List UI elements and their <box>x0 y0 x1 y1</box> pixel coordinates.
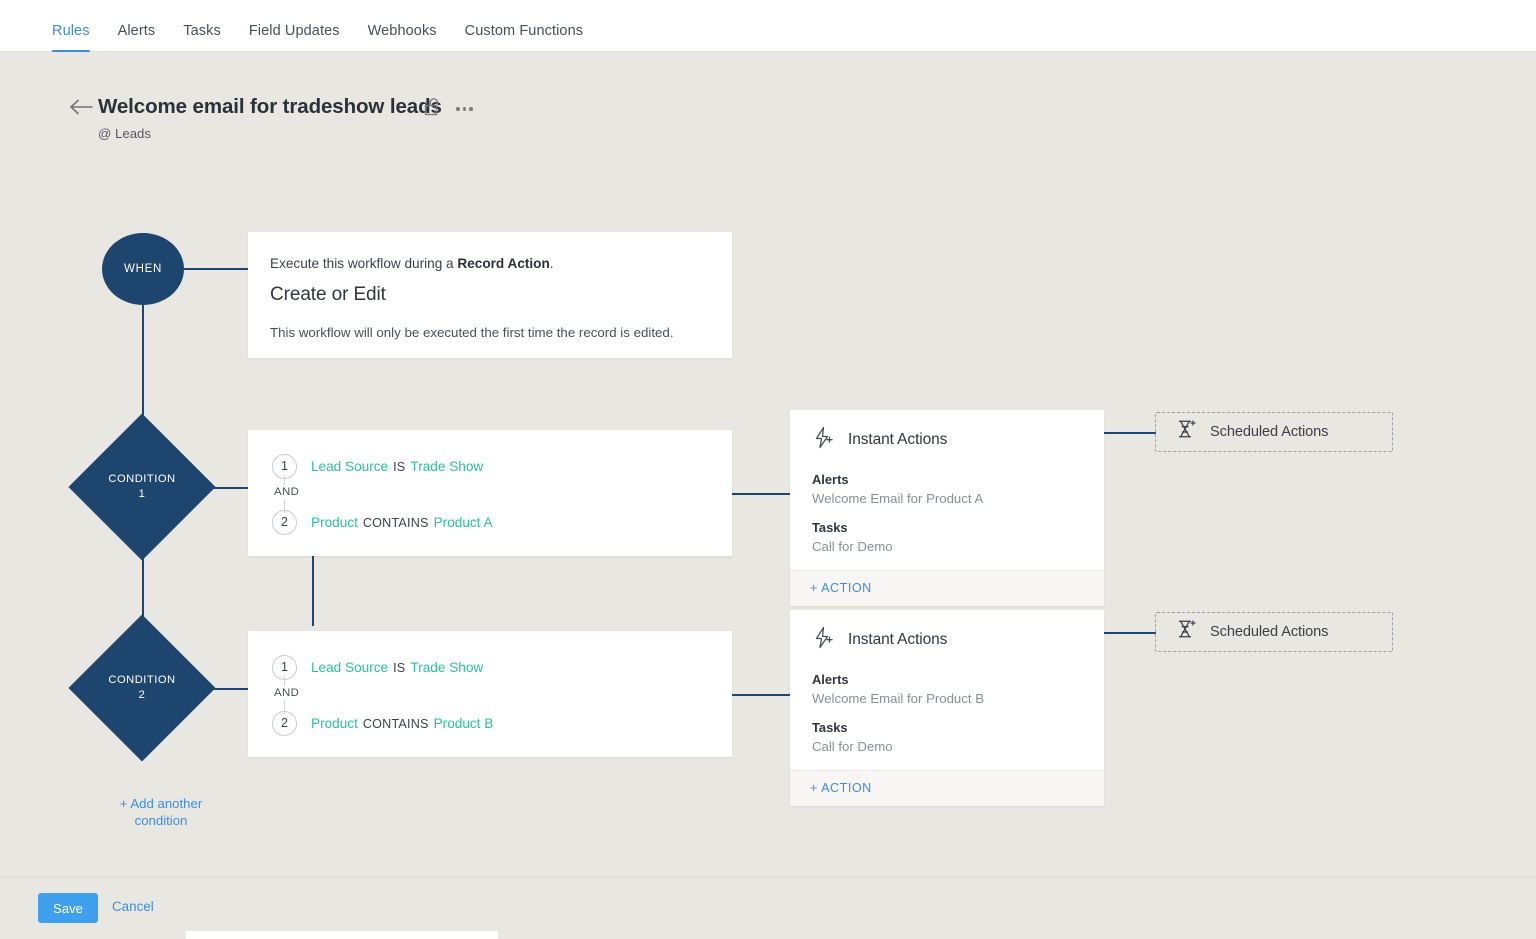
action-group-value[interactable]: Call for Demo <box>812 539 1082 554</box>
more-options-icon[interactable] <box>456 102 478 116</box>
tab-rules[interactable]: Rules <box>38 23 104 52</box>
instant-actions-title: Instant Actions <box>848 431 947 449</box>
instant-actions-card-2[interactable]: Instant Actions Alerts Welcome Email for… <box>790 610 1104 806</box>
action-group-label: Alerts <box>812 672 1082 687</box>
connector-cond2card-to-instant2 <box>732 694 790 696</box>
tab-tasks[interactable]: Tasks <box>169 23 235 52</box>
criterion-value[interactable]: Trade Show <box>410 660 483 675</box>
hourglass-plus-icon <box>1176 419 1197 445</box>
page-header: Welcome email for tradeshow leads @ Lead… <box>0 52 1536 162</box>
criterion-operator[interactable]: CONTAINS <box>358 516 434 530</box>
tab-custom-functions[interactable]: Custom Functions <box>451 23 597 52</box>
criteria-join-label[interactable]: AND <box>272 686 301 700</box>
add-condition-line2: condition <box>135 813 188 828</box>
criterion-number: 2 <box>272 711 297 736</box>
criterion-value[interactable]: Product A <box>434 515 493 530</box>
criterion-field[interactable]: Lead Source <box>311 459 388 474</box>
workflow-canvas: WHEN Execute this workflow during a Reco… <box>0 162 1536 877</box>
condition-2-card[interactable]: 1 Lead SourceISTrade Show AND 2 ProductC… <box>248 631 732 757</box>
instant-actions-card-1[interactable]: Instant Actions Alerts Welcome Email for… <box>790 410 1104 606</box>
connector-instant1-to-scheduled1 <box>1104 432 1156 434</box>
cancel-button[interactable]: Cancel <box>112 899 154 914</box>
when-intro-bold: Record Action <box>457 256 549 271</box>
save-button[interactable]: Save <box>38 893 98 923</box>
criterion-row: 2 ProductCONTAINSProduct B <box>272 711 732 735</box>
connector-cond1card-to-instant1 <box>732 493 790 495</box>
condition-1-card[interactable]: 1 Lead SourceISTrade Show AND 2 ProductC… <box>248 430 732 556</box>
connector-card1-to-card2 <box>312 556 314 626</box>
criteria-join: AND <box>272 478 732 510</box>
when-note: This workflow will only be executed the … <box>270 325 710 340</box>
scheduled-actions-title: Scheduled Actions <box>1210 424 1328 440</box>
scheduled-actions-box-2[interactable]: Scheduled Actions <box>1155 612 1393 652</box>
connector-when-to-card <box>184 268 248 270</box>
condition-1-node[interactable] <box>68 413 215 560</box>
when-node-label: WHEN <box>124 263 162 275</box>
action-group-label: Tasks <box>812 720 1082 735</box>
page-title: Welcome email for tradeshow leads <box>98 95 442 119</box>
when-intro: Execute this workflow during a Record Ac… <box>270 256 710 271</box>
action-group-label: Alerts <box>812 472 1082 487</box>
criterion-value[interactable]: Trade Show <box>410 459 483 474</box>
criterion-operator[interactable]: IS <box>388 661 410 675</box>
criterion-field[interactable]: Lead Source <box>311 660 388 675</box>
criterion-operator[interactable]: CONTAINS <box>358 717 434 731</box>
tab-list: Rules Alerts Tasks Field Updates Webhook… <box>0 0 1536 52</box>
add-condition-line1: + Add another <box>120 796 203 811</box>
tab-alerts[interactable]: Alerts <box>104 23 170 52</box>
condition-2-node[interactable] <box>68 614 215 761</box>
criterion-row: 2 ProductCONTAINSProduct A <box>272 510 732 534</box>
scheduled-actions-title: Scheduled Actions <box>1210 624 1328 640</box>
bottom-panel-edge <box>186 931 498 939</box>
back-arrow-icon[interactable] <box>70 98 94 116</box>
lightning-bolt-plus-icon <box>812 426 835 454</box>
criterion-value[interactable]: Product B <box>434 716 494 731</box>
action-group-value[interactable]: Call for Demo <box>812 739 1082 754</box>
when-action-title: Create or Edit <box>270 284 710 306</box>
lightning-bolt-plus-icon <box>812 626 835 654</box>
rule-module-label: @ Leads <box>98 126 151 141</box>
action-group-value[interactable]: Welcome Email for Product B <box>812 691 1082 706</box>
top-tab-bar: Rules Alerts Tasks Field Updates Webhook… <box>0 0 1536 52</box>
when-card[interactable]: Execute this workflow during a Record Ac… <box>248 232 732 358</box>
criteria-join-label[interactable]: AND <box>272 485 301 499</box>
when-intro-suffix: . <box>550 256 554 271</box>
criterion-field[interactable]: Product <box>311 716 358 731</box>
criterion-row: 1 Lead SourceISTrade Show <box>272 655 732 679</box>
add-another-condition-button[interactable]: + Add another condition <box>96 796 226 829</box>
hourglass-plus-icon <box>1176 619 1197 645</box>
when-node[interactable]: WHEN <box>102 233 184 305</box>
action-group-label: Tasks <box>812 520 1082 535</box>
criterion-number: 2 <box>272 510 297 535</box>
criterion-operator[interactable]: IS <box>388 460 410 474</box>
action-group-value[interactable]: Welcome Email for Product A <box>812 491 1082 506</box>
footer-bar: Save Cancel <box>0 877 1536 939</box>
instant-actions-title: Instant Actions <box>848 631 947 649</box>
tab-webhooks[interactable]: Webhooks <box>354 23 451 52</box>
scheduled-actions-box-1[interactable]: Scheduled Actions <box>1155 412 1393 452</box>
when-intro-prefix: Execute this workflow during a <box>270 256 457 271</box>
criteria-join: AND <box>272 679 732 711</box>
connector-instant2-to-scheduled2 <box>1104 632 1156 634</box>
criterion-row: 1 Lead SourceISTrade Show <box>272 454 732 478</box>
unlocked-padlock-icon[interactable] <box>424 96 444 118</box>
criterion-field[interactable]: Product <box>311 515 358 530</box>
tab-field-updates[interactable]: Field Updates <box>235 23 354 52</box>
add-action-button[interactable]: + ACTION <box>790 770 1104 806</box>
add-action-button[interactable]: + ACTION <box>790 570 1104 606</box>
